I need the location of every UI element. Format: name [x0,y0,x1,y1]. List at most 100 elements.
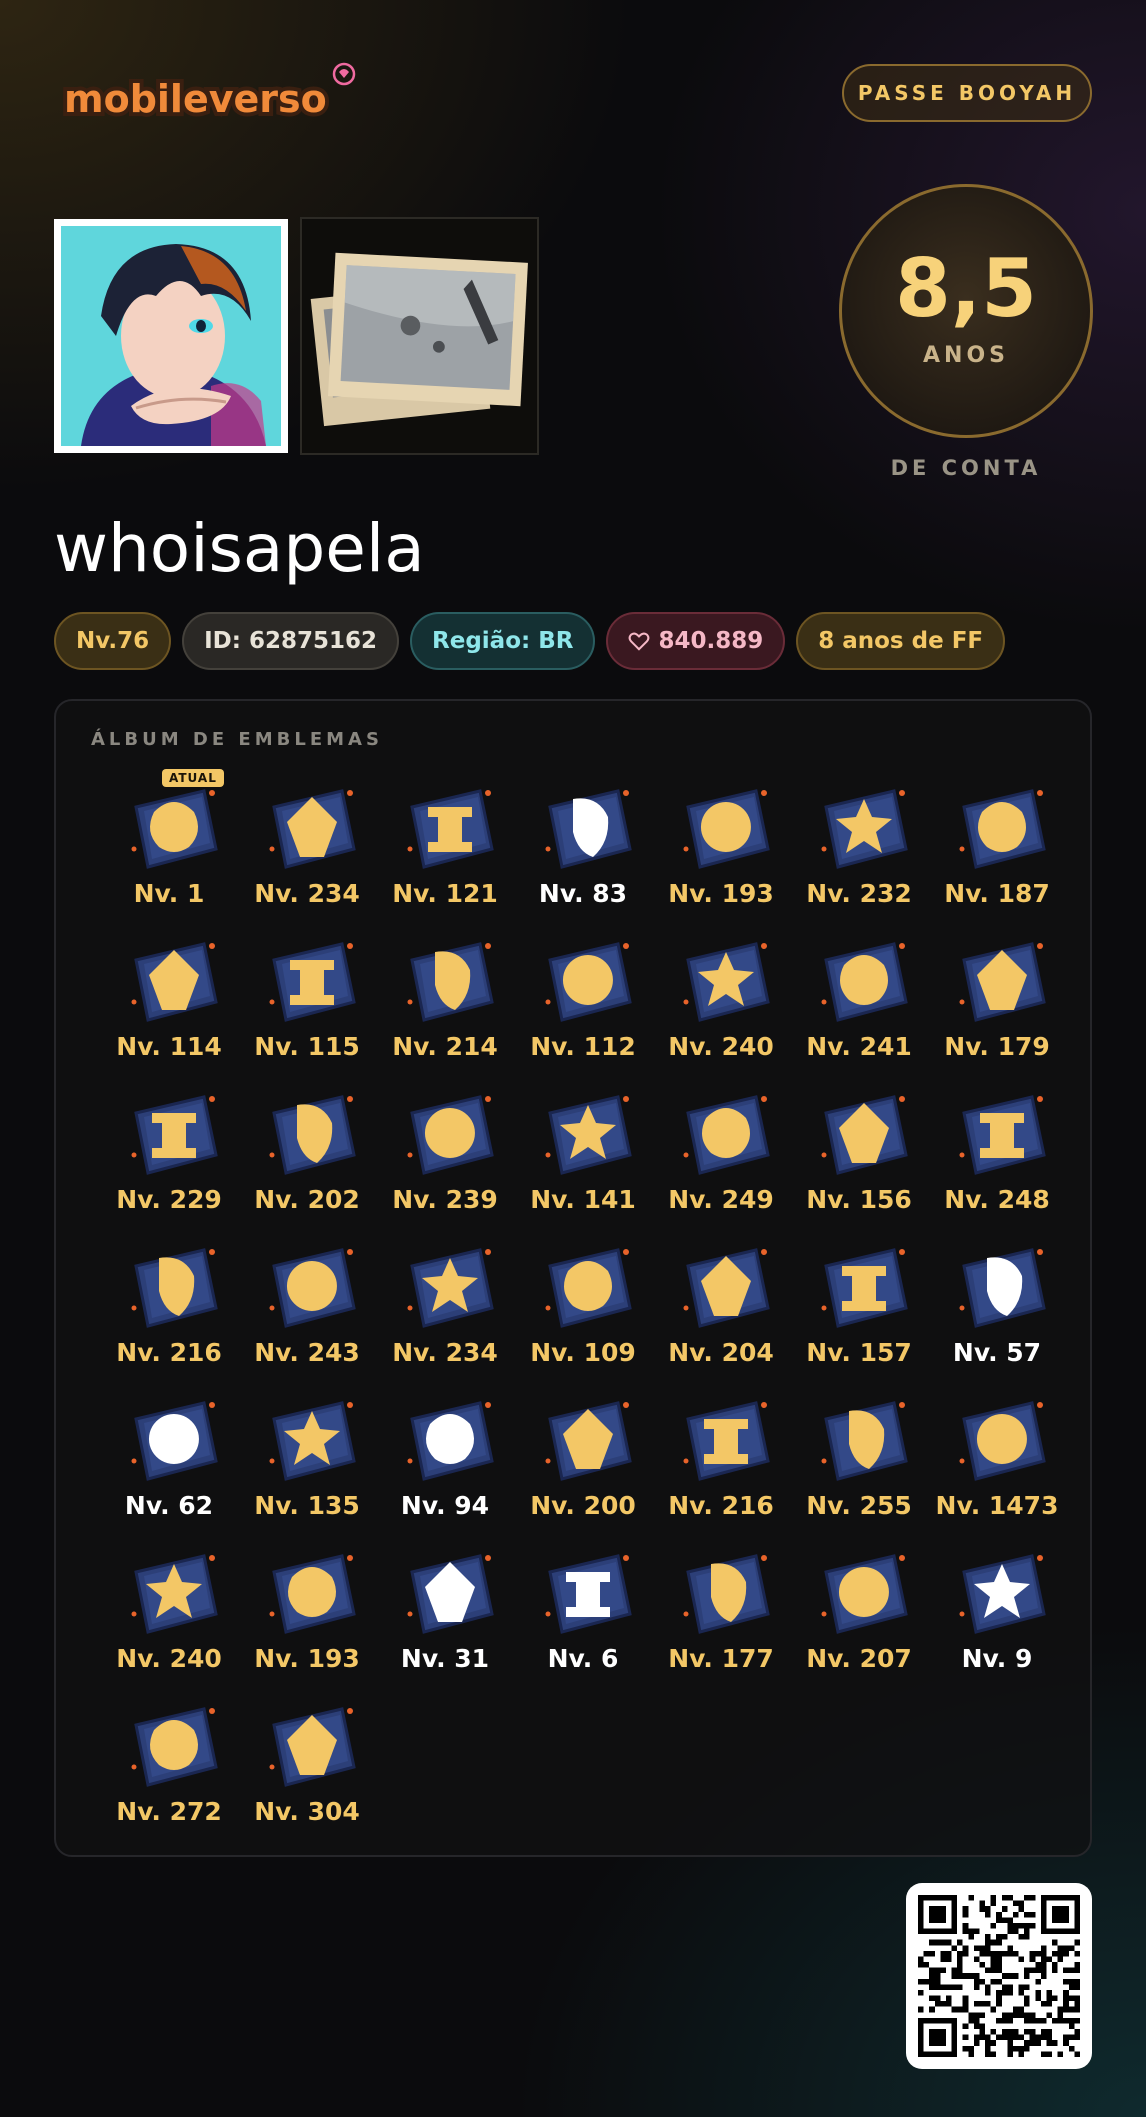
octopus-emblem-icon [400,1236,500,1336]
badge-tag-emblem[interactable]: Nv. 243 [238,1230,376,1383]
badge-level-label: Nv. 248 [944,1185,1050,1214]
likes-count: 840.889 [658,628,764,654]
monster-emblem-icon [262,1083,362,1183]
badge-alien-emblem[interactable]: Nv. 94 [376,1383,514,1536]
badge-box-emblem[interactable]: Nv. 249 [652,1077,790,1230]
badge-gemini-emblem[interactable]: Nv. 121 [376,771,514,924]
star-emblem-icon [124,1389,224,1489]
ghost-emblem-icon [400,930,500,1030]
badge-level-label: Nv. 1473 [935,1491,1059,1520]
badge-bee-emblem[interactable]: Nv. 239 [376,1077,514,1230]
badge-level-label: Nv. 62 [124,1491,214,1520]
badge-pumpkin-emblem[interactable]: ATUAL Nv. 1 [100,769,238,924]
badge-moon-emblem[interactable]: Nv. 204 [652,1230,790,1383]
badge-level-label: Nv. 157 [806,1338,912,1367]
badge-level-label: Nv. 114 [116,1032,222,1061]
badge-leaf-emblem[interactable]: Nv. 157 [790,1230,928,1383]
claw-emblem-icon [124,1542,224,1642]
badge-sun-emblem[interactable]: Nv. 193 [652,771,790,924]
badge-level-label: Nv. 216 [116,1338,222,1367]
badge-leo-emblem[interactable]: Nv. 109 [514,1230,652,1383]
badge-level-label: Nv. 135 [254,1491,360,1520]
badge-skull-gear-emblem[interactable]: Nv. 232 [790,771,928,924]
badge-level-label: Nv. 204 [668,1338,774,1367]
badge-level-label: Nv. 109 [530,1338,636,1367]
badge-pizza-emblem[interactable]: Nv. 229 [100,1077,238,1230]
badge-spray-emblem[interactable]: Nv. 6 [514,1536,652,1689]
badge-crown-skull-emblem[interactable]: Nv. 31 [376,1536,514,1689]
tag-emblem-icon [262,1236,362,1336]
badge-cat-emblem[interactable]: Nv. 57 [928,1230,1066,1383]
warrior-emblem-icon [676,930,776,1030]
skull-gear-emblem-icon [814,777,914,877]
badge-planet-emblem[interactable]: Nv. 216 [652,1383,790,1536]
badge-level-label: Nv. 207 [806,1644,912,1673]
account-age-caption: DE CONTA [890,456,1042,480]
badge-level-label: Nv. 57 [952,1338,1042,1367]
badge-crossed-swords-emblem[interactable]: Nv. 115 [238,924,376,1077]
badge-frog-emblem[interactable]: Nv. 135 [238,1383,376,1536]
badge-star-emblem[interactable]: Nv. 62 [100,1383,238,1536]
badge-wolf-emblem[interactable]: Nv. 234 [238,771,376,924]
shatter-emblem-icon [814,1083,914,1183]
bomb-emblem-icon [262,1695,362,1795]
dragon-emblem-icon [952,1083,1052,1183]
badge-level-label: Nv. 239 [392,1185,498,1214]
avatar [54,219,288,453]
badge-claw-emblem[interactable]: Nv. 240 [100,1536,238,1689]
account-age-unit: ANOS [923,342,1009,368]
cat-emblem-icon [952,1236,1052,1336]
badge-tv-emblem[interactable]: Nv. 179 [928,924,1066,1077]
badge-level-label: Nv. 177 [668,1644,774,1673]
badge-vortex-emblem[interactable]: Nv. 187 [928,771,1066,924]
badge-mask-emblem[interactable]: Nv. 83 [514,771,652,924]
wolf-emblem-icon [262,777,362,877]
likes-pill: 840.889 [606,612,786,670]
pizza-emblem-icon [124,1083,224,1183]
badge-phoenix-emblem[interactable]: Nv. 207 [790,1536,928,1689]
spray-emblem-icon [538,1542,638,1642]
badge-puffer-emblem[interactable]: Nv. 1473 [928,1383,1066,1536]
level-pill: Nv.76 [54,612,172,670]
badge-shatter-emblem[interactable]: Nv. 156 [790,1077,928,1230]
badge-hooded-emblem[interactable]: Nv. 141 [514,1077,652,1230]
puffer-emblem-icon [952,1389,1052,1489]
badge-level-label: Nv. 243 [254,1338,360,1367]
badge-lightning-emblem[interactable]: Nv. 255 [790,1383,928,1536]
badge-z-emblem[interactable]: Nv. 112 [514,924,652,1077]
phoenix-emblem-icon [814,1542,914,1642]
elephant-emblem-icon [676,1542,776,1642]
heart-icon [629,632,650,651]
badge-elephant-emblem[interactable]: Nv. 177 [652,1536,790,1689]
badge-ghost-emblem[interactable]: Nv. 214 [376,924,514,1077]
badge-croc-emblem[interactable]: Nv. 272 [100,1689,238,1842]
badge-atom-emblem[interactable]: Nv. 193 [238,1536,376,1689]
badge-x-eyes-emblem[interactable]: Nv. 216 [100,1230,238,1383]
tv-emblem-icon [952,930,1052,1030]
region-pill: Região: BR [410,612,596,670]
account-age-circle: 8,5 ANOS [839,184,1093,438]
mobileverso-logo[interactable]: mobileverso mobileverso [58,62,358,132]
badge-level-label: Nv. 202 [254,1185,360,1214]
qr-code[interactable] [906,1883,1092,2069]
svg-text:mobileverso: mobileverso [64,77,327,121]
badge-level-label: Nv. 94 [400,1491,490,1520]
badge-level-label: Nv. 200 [530,1491,636,1520]
passe-booyah-button[interactable]: PASSE BOOYAH [842,64,1092,122]
badge-level-label: Nv. 240 [116,1644,222,1673]
vortex-emblem-icon [952,777,1052,877]
id-pill[interactable]: ID: 62875162 [182,612,400,670]
badge-octopus-emblem[interactable]: Nv. 234 [376,1230,514,1383]
badge-monster-emblem[interactable]: Nv. 202 [238,1077,376,1230]
leaf-emblem-icon [814,1236,914,1336]
badge-dragon-emblem[interactable]: Nv. 248 [928,1077,1066,1230]
badge-bomb-emblem[interactable]: Nv. 304 [238,1689,376,1842]
badge-spiky-emblem[interactable]: Nv. 200 [514,1383,652,1536]
bee-emblem-icon [400,1083,500,1183]
badge-warrior-emblem[interactable]: Nv. 240 [652,924,790,1077]
badge-fox-emblem[interactable]: Nv. 114 [100,924,238,1077]
badge-demon-skull-emblem[interactable]: Nv. 241 [790,924,928,1077]
z-emblem-icon [538,930,638,1030]
badge-oni-emblem[interactable]: Nv. 9 [928,1536,1066,1689]
badge-level-label: Nv. 240 [668,1032,774,1061]
